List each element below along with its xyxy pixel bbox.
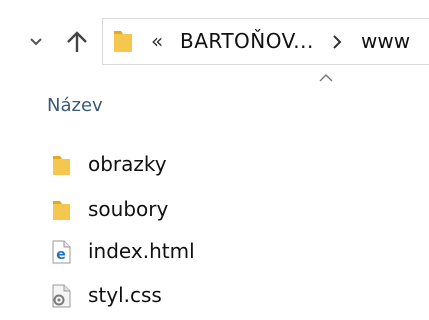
file-name: soubory [88,197,169,221]
list-item[interactable]: obrazky [48,147,348,181]
list-item[interactable]: styl.css [48,278,348,312]
folder-icon [53,201,70,220]
arrow-up-icon [67,31,87,52]
breadcrumb-overflow[interactable]: « [151,29,163,53]
css-file-icon [52,284,71,308]
svg-text:e: e [56,247,66,263]
sort-ascending-icon [319,74,333,82]
address-bar[interactable]: « BARTOŇOV... www [102,18,429,65]
column-header-name[interactable]: Název [47,94,103,118]
edge-html-icon: e [52,240,71,264]
chevron-down-icon [30,38,42,46]
list-item[interactable]: soubory [48,192,348,226]
file-name: index.html [88,239,195,263]
folder-icon [53,156,70,175]
file-name: styl.css [88,283,162,307]
chevron-right-icon[interactable] [332,35,342,49]
file-name: obrazky [88,152,167,176]
up-button[interactable] [62,27,92,57]
list-item[interactable]: e index.html [48,234,348,268]
breadcrumb-item[interactable]: BARTOŇOV... [180,29,314,53]
breadcrumb-item[interactable]: www [361,29,410,53]
recent-locations-button[interactable] [26,33,46,51]
folder-icon [114,31,132,52]
